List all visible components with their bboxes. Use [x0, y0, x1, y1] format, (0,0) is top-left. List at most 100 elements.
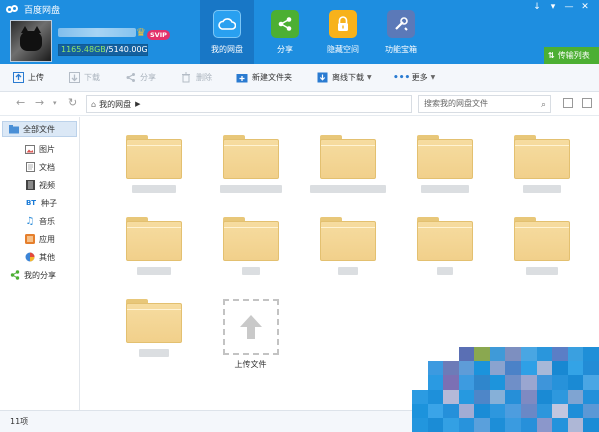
- sidebar-item-label: 图片: [39, 144, 55, 154]
- share-label: 分享: [140, 73, 156, 82]
- toolbox-icon: [387, 10, 415, 38]
- sidebar-item-all-files[interactable]: 全部文件: [2, 121, 77, 137]
- refresh-icon[interactable]: ↻: [68, 96, 77, 109]
- download-arrow-icon[interactable]: ↓: [529, 2, 545, 12]
- folder-item[interactable]: [396, 135, 493, 211]
- grid-view-icon[interactable]: [582, 98, 592, 108]
- search-icon[interactable]: ⌕: [541, 97, 546, 113]
- nav-toolbox[interactable]: 功能宝箱: [374, 0, 428, 64]
- document-icon: [25, 162, 35, 172]
- sidebar-item-my-share[interactable]: 我的分享: [0, 266, 79, 284]
- folder-name-blurred: [436, 267, 453, 275]
- lock-icon: [329, 10, 357, 38]
- close-icon[interactable]: ✕: [577, 2, 593, 12]
- folder-item[interactable]: [493, 135, 590, 211]
- folder-icon: [9, 124, 19, 134]
- folder-item[interactable]: [202, 217, 299, 293]
- breadcrumb[interactable]: ⌂ 我的网盘 ▶: [86, 95, 412, 113]
- avatar[interactable]: [10, 20, 52, 62]
- music-icon: ♫: [25, 215, 35, 227]
- home-icon[interactable]: ⌂: [91, 100, 96, 109]
- folder-icon: [416, 135, 473, 179]
- nav-my-disk[interactable]: 我的网盘: [200, 0, 254, 64]
- folder-item[interactable]: [202, 135, 299, 211]
- new-folder-button[interactable]: 新建文件夹: [236, 72, 292, 84]
- folder-item[interactable]: [105, 299, 202, 375]
- more-label: 更多: [411, 73, 428, 82]
- folder-item[interactable]: [396, 217, 493, 293]
- sidebar-item-videos[interactable]: 视频: [0, 176, 79, 194]
- sidebar-item-torrents[interactable]: BT 种子: [0, 194, 79, 212]
- upload-tile[interactable]: 上传文件: [202, 299, 299, 375]
- download-button[interactable]: 下载: [68, 72, 100, 84]
- nav-share[interactable]: 分享: [258, 0, 312, 64]
- sidebar-item-documents[interactable]: 文档: [0, 158, 79, 176]
- folder-name-blurred: [309, 185, 386, 193]
- more-button[interactable]: ••• 更多 ▼: [393, 72, 435, 84]
- upload-arrow-icon: [239, 315, 262, 339]
- minimize-icon[interactable]: —: [561, 2, 577, 12]
- forward-arrow-icon[interactable]: →: [35, 96, 44, 109]
- upload-button[interactable]: 上传: [12, 72, 44, 84]
- upload-icon: [12, 72, 24, 84]
- folder-icon: [125, 299, 182, 343]
- chevron-down-icon: ▼: [367, 74, 372, 81]
- sidebar-item-label: 视频: [39, 180, 55, 190]
- share-button[interactable]: 分享: [124, 72, 156, 84]
- baidu-cloud-logo-icon: [6, 5, 20, 14]
- chevron-right-icon[interactable]: ▶: [135, 100, 140, 108]
- list-view-icon[interactable]: [563, 98, 573, 108]
- share-small-icon: [124, 72, 136, 84]
- offline-download-label: 离线下载: [332, 73, 364, 82]
- offline-download-icon: [316, 72, 328, 84]
- folder-name-blurred: [420, 185, 469, 193]
- breadcrumb-root[interactable]: 我的网盘: [99, 99, 131, 110]
- offline-download-button[interactable]: 离线下载 ▼: [316, 72, 372, 84]
- delete-label: 删除: [196, 73, 212, 82]
- folder-item[interactable]: [299, 135, 396, 211]
- nav-label: 分享: [277, 45, 293, 54]
- toolbar: 上传 下载 分享 删除 新建文件夹 离线下载 ▼ ••• 更多 ▼: [0, 64, 599, 92]
- menu-dropdown-icon[interactable]: ▾: [545, 2, 561, 12]
- folder-icon: [513, 217, 570, 261]
- folder-icon: [513, 135, 570, 179]
- sidebar-item-apps[interactable]: 应用: [0, 230, 79, 248]
- sidebar-item-music[interactable]: ♫ 音乐: [0, 212, 79, 230]
- transfer-list-button[interactable]: ⇅ 传输列表: [544, 47, 599, 64]
- folder-name-blurred: [241, 267, 260, 275]
- folder-item[interactable]: [299, 217, 396, 293]
- delete-button[interactable]: 删除: [180, 72, 212, 84]
- folder-item[interactable]: [105, 135, 202, 211]
- svip-badge[interactable]: SVIP: [147, 30, 170, 40]
- share-icon: [271, 10, 299, 38]
- desktop-pixelated-background: [412, 347, 599, 432]
- folder-item[interactable]: [493, 217, 590, 293]
- app-title: 百度网盘: [24, 6, 61, 16]
- folder-name-blurred: [337, 267, 358, 275]
- storage-total: /5140.00GB: [105, 45, 148, 54]
- sidebar-item-images[interactable]: 图片: [0, 140, 79, 158]
- history-dropdown-icon[interactable]: ▾: [53, 99, 57, 107]
- download-icon: [68, 72, 80, 84]
- folder-icon: [319, 217, 376, 261]
- upload-dropzone[interactable]: [222, 299, 279, 355]
- search-input[interactable]: 搜索我的网盘文件 ⌕: [418, 95, 551, 113]
- nav-hidden-space[interactable]: 隐藏空间: [316, 0, 370, 64]
- sidebar-item-label: 应用: [39, 234, 55, 244]
- back-arrow-icon[interactable]: ←: [16, 96, 25, 109]
- sidebar-item-label: 文档: [39, 162, 55, 172]
- sidebar-item-label: 全部文件: [23, 124, 55, 134]
- nav-label: 隐藏空间: [327, 45, 359, 54]
- crown-icon: ♛: [136, 26, 146, 39]
- address-bar: ← → ▾ ↻ ⌂ 我的网盘 ▶ 搜索我的网盘文件 ⌕: [0, 92, 599, 116]
- more-dots-icon: •••: [393, 72, 411, 83]
- folder-item[interactable]: [105, 217, 202, 293]
- folder-name-blurred: [525, 267, 558, 275]
- new-folder-icon: [236, 72, 248, 84]
- folder-name-blurred: [138, 349, 169, 357]
- folder-name-blurred: [131, 185, 176, 193]
- folder-name-blurred: [522, 185, 561, 193]
- sidebar-item-other[interactable]: 其他: [0, 248, 79, 266]
- transfer-list-label: 传输列表: [557, 51, 590, 60]
- item-count: 11项: [10, 417, 29, 426]
